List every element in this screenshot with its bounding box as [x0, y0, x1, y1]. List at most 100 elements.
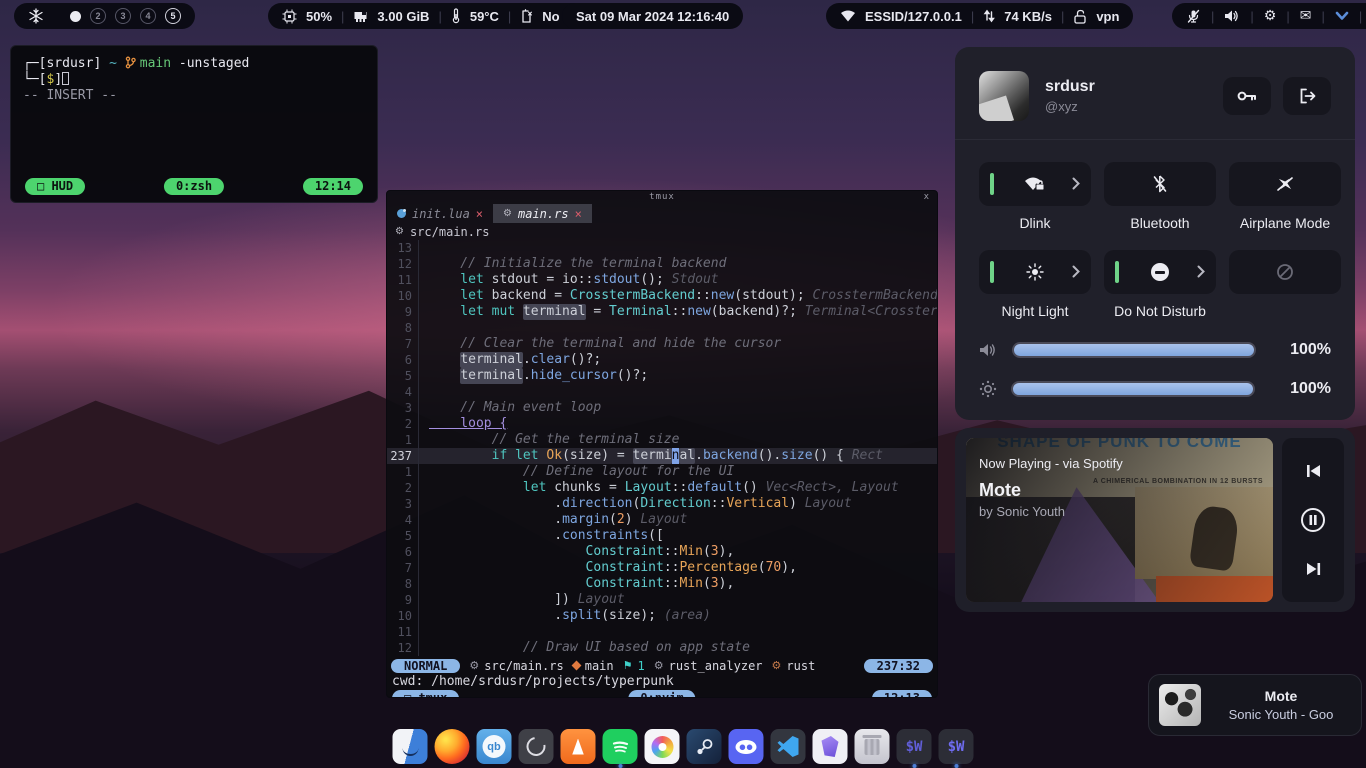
- tmux-window-pill[interactable]: 0:nvim: [628, 690, 695, 698]
- code-line[interactable]: 2 loop {: [387, 416, 937, 432]
- code-line[interactable]: 4: [387, 384, 937, 400]
- brightness-slider-row: 100%: [955, 380, 1355, 398]
- code-line[interactable]: 5 terminal.hide_cursor()?;: [387, 368, 937, 384]
- qbittorrent-icon[interactable]: qb: [477, 729, 512, 764]
- code-line[interactable]: 1 // Define layout for the UI: [387, 464, 937, 480]
- firefox-icon[interactable]: [435, 729, 470, 764]
- brightness-slider[interactable]: [1011, 381, 1255, 397]
- rust-file-icon: ⚙: [503, 208, 512, 219]
- code-line[interactable]: 7 Constraint::Percentage(70),: [387, 560, 937, 576]
- wifi-icon: [840, 10, 856, 22]
- cpu-icon: [282, 9, 297, 24]
- microphone-muted-icon[interactable]: [1186, 9, 1201, 24]
- settings-gear-icon[interactable]: ⚙: [1264, 9, 1277, 23]
- tab-init-lua[interactable]: init.lua ×: [387, 204, 493, 223]
- tab-close-icon[interactable]: ×: [575, 207, 582, 221]
- code-line[interactable]: 4 .margin(2) Layout: [387, 512, 937, 528]
- volume-value: 100%: [1290, 341, 1331, 359]
- code-line[interactable]: 6 terminal.clear()?;: [387, 352, 937, 368]
- chevron-right-icon[interactable]: [1197, 265, 1205, 278]
- trash-icon[interactable]: [855, 729, 890, 764]
- code-line[interactable]: 8 Constraint::Min(3),: [387, 576, 937, 592]
- wifi-toggle-button[interactable]: [979, 162, 1091, 206]
- obs-icon[interactable]: [519, 729, 554, 764]
- tmux-window-pill[interactable]: 0:zsh: [164, 178, 224, 195]
- network-group: ESSID/127.0.0.1 | 74 KB/s | vpn: [826, 3, 1133, 29]
- sw-app-icon-2[interactable]: $W: [939, 729, 974, 764]
- mail-icon[interactable]: ✉: [1300, 9, 1312, 23]
- tmux-session-pill[interactable]: □ tmux: [392, 690, 459, 698]
- obsidian-icon[interactable]: [813, 729, 848, 764]
- tab-main-rs[interactable]: ⚙ main.rs ×: [493, 204, 592, 223]
- speaker-icon[interactable]: [1224, 9, 1240, 23]
- chevron-right-icon[interactable]: [1072, 265, 1080, 278]
- spotify-icon[interactable]: [603, 729, 638, 764]
- vpn-lock-icon: [1073, 9, 1087, 24]
- code-buffer[interactable]: 1312 // Initialize the terminal backend1…: [387, 240, 937, 657]
- clock-group[interactable]: Sat 09 Mar 2024 12:16:40: [562, 3, 743, 29]
- bluetooth-off-icon: [1153, 175, 1167, 193]
- code-line[interactable]: 1 // Get the terminal size: [387, 432, 937, 448]
- code-line[interactable]: 11 let stdout = io::stdout(); Stdout: [387, 272, 937, 288]
- file-manager-icon[interactable]: [393, 729, 428, 764]
- distro-logo-icon[interactable]: [28, 8, 44, 24]
- code-line[interactable]: 11: [387, 624, 937, 640]
- code-line[interactable]: 13: [387, 240, 937, 256]
- notification-popup[interactable]: Mote Sonic Youth - Goo: [1148, 674, 1362, 736]
- code-line[interactable]: 12 // Initialize the terminal backend: [387, 256, 937, 272]
- workspace-3[interactable]: 3: [115, 8, 131, 24]
- chevron-down-icon[interactable]: [1335, 11, 1349, 21]
- workspace-2[interactable]: 2: [90, 8, 106, 24]
- night-light-toggle-button[interactable]: [979, 250, 1091, 294]
- avatar: [979, 71, 1029, 121]
- logout-button[interactable]: [1283, 77, 1331, 115]
- code-line[interactable]: 8: [387, 320, 937, 336]
- code-line[interactable]: 2 let chunks = Layout::default() Vec<Rec…: [387, 480, 937, 496]
- wifi-toggle-label: Dlink: [1019, 215, 1050, 232]
- tab-close-icon[interactable]: ×: [476, 207, 483, 221]
- next-track-button[interactable]: [1293, 554, 1333, 584]
- blocked-icon: [1276, 263, 1294, 281]
- vscode-icon[interactable]: [771, 729, 806, 764]
- statusline-file: ⚙src/main.rs: [469, 659, 563, 673]
- now-playing-label: Now Playing - via Spotify: [979, 456, 1123, 471]
- do-not-disturb-toggle-button[interactable]: [1104, 250, 1216, 294]
- bluetooth-toggle-button[interactable]: [1104, 162, 1216, 206]
- editor-window[interactable]: tmux x init.lua × ⚙ main.rs × ⚙ src/main…: [386, 190, 938, 698]
- sw-app-icon[interactable]: $W: [897, 729, 932, 764]
- discord-icon[interactable]: [729, 729, 764, 764]
- workspace-5[interactable]: 5: [165, 8, 181, 24]
- window-close-button[interactable]: x: [924, 192, 929, 202]
- volume-slider[interactable]: [1012, 342, 1256, 358]
- vpn-label: vpn: [1096, 9, 1119, 24]
- pause-button[interactable]: [1293, 505, 1333, 535]
- chevron-right-icon[interactable]: [1072, 177, 1080, 190]
- code-line[interactable]: 12 // Draw UI based on app state: [387, 640, 937, 656]
- code-line[interactable]: 7 // Clear the terminal and hide the cur…: [387, 336, 937, 352]
- network-speed: 74 KB/s: [1004, 9, 1052, 24]
- datetime: Sat 09 Mar 2024 12:16:40: [576, 9, 729, 24]
- lock-keys-button[interactable]: [1223, 77, 1271, 115]
- toggle-active-indicator: [1115, 261, 1119, 283]
- airplane-mode-toggle-button[interactable]: [1229, 162, 1341, 206]
- code-line[interactable]: 10 .split(size); (area): [387, 608, 937, 624]
- steam-icon[interactable]: [687, 729, 722, 764]
- photos-icon[interactable]: [645, 729, 680, 764]
- vlc-icon[interactable]: [561, 729, 596, 764]
- disabled-toggle-button[interactable]: [1229, 250, 1341, 294]
- tmux-session-pill[interactable]: □ HUD: [25, 178, 85, 195]
- code-line[interactable]: 9 ]) Layout: [387, 592, 937, 608]
- previous-track-button[interactable]: [1293, 456, 1333, 486]
- code-line-current[interactable]: 237 if let Ok(size) = terminal.backend()…: [387, 448, 937, 464]
- code-line[interactable]: 10 let backend = CrosstermBackend::new(s…: [387, 288, 937, 304]
- code-line[interactable]: 3 .direction(Direction::Vertical) Layout: [387, 496, 937, 512]
- workspace-4[interactable]: 4: [140, 8, 156, 24]
- code-line[interactable]: 9 let mut terminal = Terminal::new(backe…: [387, 304, 937, 320]
- code-line[interactable]: 6 Constraint::Min(3),: [387, 544, 937, 560]
- workspace-1-occupied-dot[interactable]: [70, 11, 81, 22]
- night-light-toggle-label: Night Light: [1002, 303, 1069, 320]
- code-line[interactable]: 5 .constraints([: [387, 528, 937, 544]
- code-line[interactable]: 3 // Main event loop: [387, 400, 937, 416]
- album-art[interactable]: SHAPE OF PUNK TO COME A CHIMERICAL BOMBI…: [966, 438, 1273, 602]
- hud-terminal-window[interactable]: ┌─[srdusr] ~ main -unstaged └─[$] -- INS…: [10, 45, 378, 203]
